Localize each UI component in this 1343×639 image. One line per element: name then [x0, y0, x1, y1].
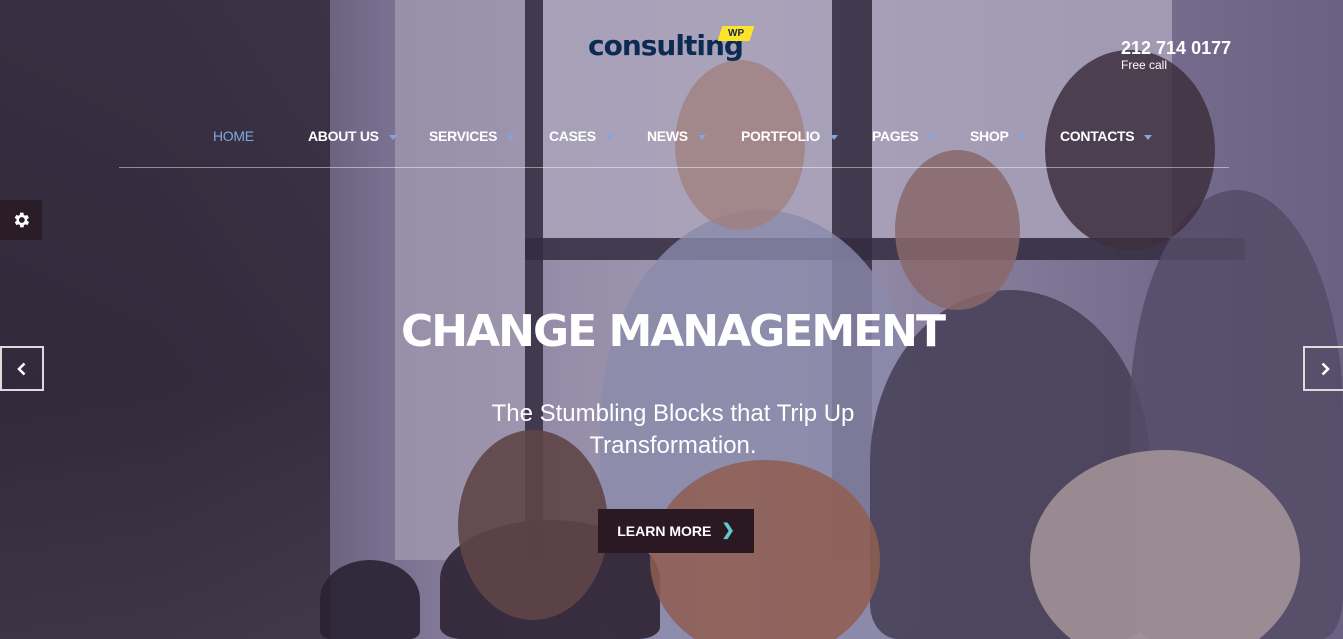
nav-item-home[interactable]: HOME [213, 128, 254, 144]
nav-item-shop[interactable]: SHOP [970, 128, 1027, 144]
chevron-right-icon [1321, 362, 1330, 375]
chevron-down-icon [507, 134, 516, 140]
phone-number[interactable]: 212 714 0177 [1121, 38, 1231, 58]
chevron-left-icon [17, 362, 26, 375]
slide-subtitle: The Stumbling Blocks that Trip Up Transf… [491, 400, 855, 459]
slider-prev-button[interactable] [0, 346, 44, 391]
chevron-down-icon [1144, 134, 1153, 140]
header-phone: 212 714 0177 Free call [1121, 38, 1231, 72]
main-navigation: HOME ABOUT US SERVICES CASES NEWS PORTFO… [119, 122, 1229, 168]
chevron-down-icon [697, 134, 706, 140]
nav-item-contacts[interactable]: CONTACTS [1060, 128, 1153, 144]
site-logo[interactable]: consulting WP [588, 26, 755, 70]
phone-label: Free call [1121, 58, 1168, 72]
chevron-down-icon [829, 134, 838, 140]
chevron-down-icon [1018, 134, 1027, 140]
chevron-down-icon [928, 134, 937, 140]
slider-next-button[interactable] [1303, 346, 1343, 391]
chevron-right-icon: ❯ [721, 522, 735, 539]
learn-more-label: LEARN MORE [617, 523, 712, 539]
chevron-down-icon [388, 134, 397, 140]
chevron-down-icon [605, 134, 614, 140]
nav-item-portfolio[interactable]: PORTFOLIO [741, 128, 838, 144]
learn-more-button[interactable]: LEARN MORE ❯ [598, 509, 754, 553]
settings-toggle-button[interactable] [0, 200, 42, 240]
nav-item-cases[interactable]: CASES [549, 128, 614, 144]
gear-icon [14, 212, 30, 228]
slide-title: CHANGE MANAGEMENT [400, 306, 946, 357]
nav-item-news[interactable]: NEWS [647, 128, 706, 144]
nav-item-services[interactable]: SERVICES [429, 128, 516, 144]
logo-badge: WP [717, 26, 755, 41]
nav-item-pages[interactable]: PAGES [872, 128, 937, 144]
nav-item-about-us[interactable]: ABOUT US [308, 128, 397, 144]
